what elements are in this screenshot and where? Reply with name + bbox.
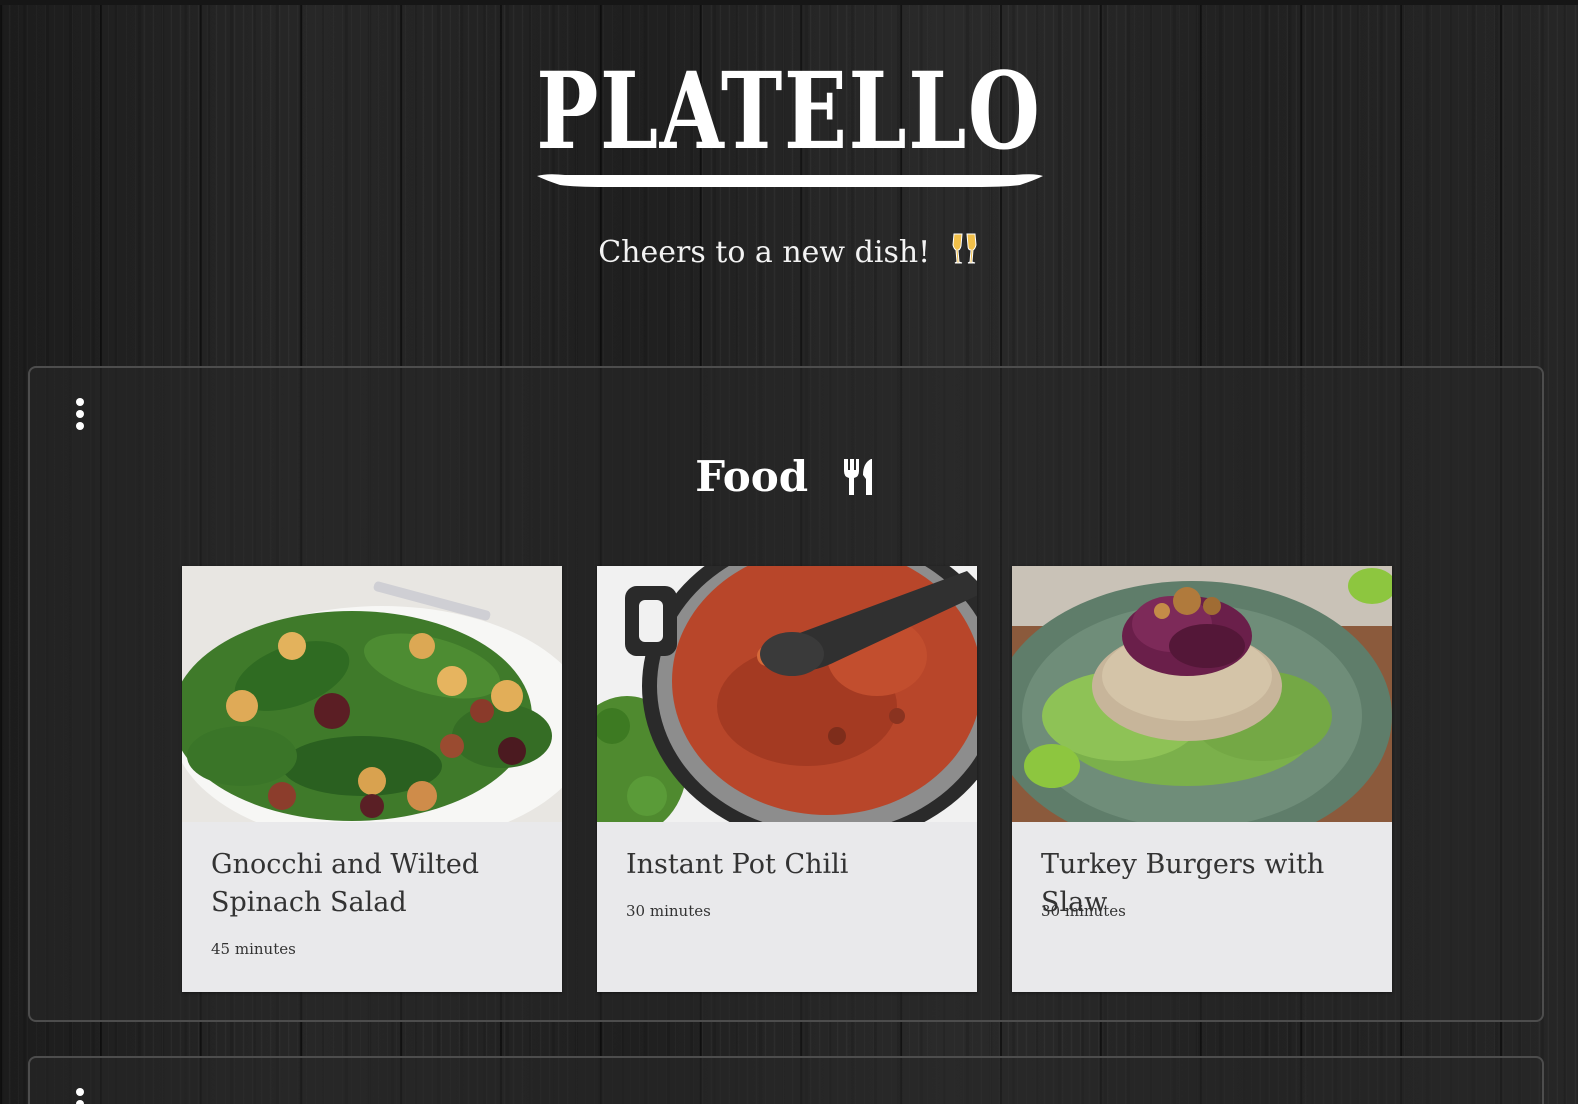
logo-underline xyxy=(537,174,1043,187)
tagline-text: Cheers to a new dish! xyxy=(598,235,931,270)
recipe-card[interactable]: Turkey Burgers with Slaw 30 minutes xyxy=(1012,566,1392,992)
kebab-menu-icon[interactable] xyxy=(70,398,90,438)
recipe-time: 30 minutes xyxy=(1041,902,1126,920)
top-border xyxy=(0,0,1578,5)
recipe-time: 45 minutes xyxy=(211,940,296,958)
recipe-title: Instant Pot Chili xyxy=(626,849,849,880)
recipe-card[interactable]: Gnocchi and Wilted Spinach Salad 45 minu… xyxy=(182,566,562,992)
spinach-gnocchi-salad-photo xyxy=(182,566,562,822)
brand: PLATELLO xyxy=(0,58,1578,187)
champagne-glasses-icon xyxy=(952,233,977,264)
site-logo-text[interactable]: PLATELLO xyxy=(536,58,1041,164)
food-section: Food Gnocchi and Wilted Spinach Salad 45… xyxy=(28,366,1544,1022)
kebab-menu-icon[interactable] xyxy=(70,1088,90,1104)
utensils-icon xyxy=(843,459,872,495)
chili-pot-photo xyxy=(597,566,977,822)
section-title-text: Food xyxy=(695,452,809,501)
recipe-card[interactable]: Instant Pot Chili 30 minutes xyxy=(597,566,977,992)
section-title: Food xyxy=(30,452,1542,501)
recipe-title: Gnocchi and Wilted Spinach Salad xyxy=(211,849,480,918)
next-section xyxy=(28,1056,1544,1104)
turkey-burger-photo xyxy=(1012,566,1392,822)
tagline: Cheers to a new dish! xyxy=(0,232,1578,270)
recipe-time: 30 minutes xyxy=(626,902,711,920)
